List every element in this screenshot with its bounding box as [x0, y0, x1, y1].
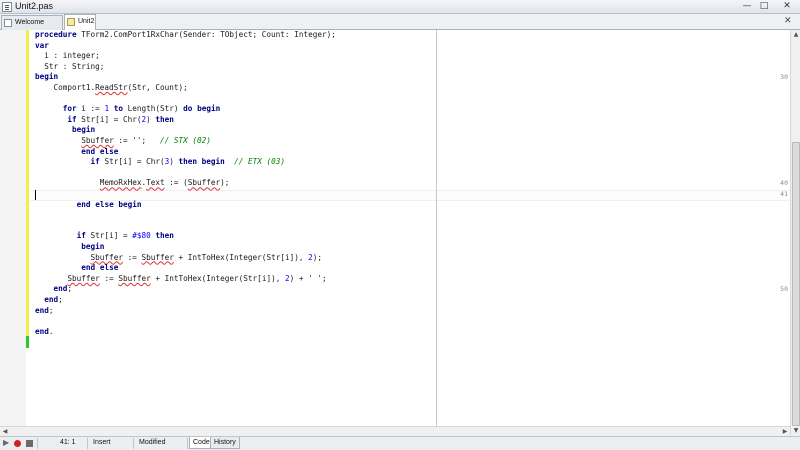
- code-line: begin: [72, 125, 96, 135]
- code-line: Sbuffer := Sbuffer + IntToHex(Integer(St…: [67, 273, 327, 283]
- play-macro-icon[interactable]: ▶: [3, 438, 9, 447]
- scroll-down-arrow-icon[interactable]: ▼: [791, 426, 800, 436]
- right-margin-line: [436, 30, 437, 436]
- code-line: end.: [35, 326, 54, 336]
- modified-indicator: Modified: [139, 439, 166, 446]
- scroll-up-arrow-icon[interactable]: ▲: [791, 30, 800, 40]
- close-tab-icon[interactable]: ✕: [784, 16, 792, 26]
- line-number-gutter: [0, 30, 26, 436]
- code-line: Sbuffer := Sbuffer + IntToHex(Integer(St…: [90, 252, 323, 262]
- record-macro-icon[interactable]: [14, 440, 21, 447]
- stop-macro-icon[interactable]: [26, 440, 33, 447]
- code-line: end else: [81, 263, 119, 273]
- status-separator: [133, 438, 134, 449]
- code-line: end else begin: [76, 199, 142, 209]
- tab-unit2[interactable]: Unit2: [64, 14, 96, 30]
- tab-history-view[interactable]: History: [210, 437, 240, 449]
- insert-mode-indicator: Insert: [93, 439, 111, 446]
- code-line: i : integer;: [35, 51, 100, 61]
- code-line: var: [35, 40, 49, 50]
- cursor-position: 41: 1: [60, 439, 76, 446]
- code-line: Str : String;: [35, 61, 105, 71]
- unit-icon: [67, 18, 75, 26]
- maximize-button[interactable]: □: [757, 0, 771, 13]
- tab-welcome-page[interactable]: Welcome Page: [1, 15, 63, 39]
- code-line: end;: [44, 295, 63, 304]
- line-number: 41: [780, 190, 788, 198]
- tab-label: Unit2: [78, 18, 95, 25]
- vertical-scroll-thumb[interactable]: [792, 142, 800, 426]
- status-separator: [187, 438, 188, 449]
- status-separator: [37, 438, 38, 449]
- code-line: Comport1.ReadStr(Str, Count);: [35, 83, 188, 92]
- status-separator: [87, 438, 88, 449]
- vertical-scrollbar[interactable]: ▲ ▼: [790, 30, 800, 436]
- code-line: MemoRxHex.Text := (Sbuffer);: [99, 178, 230, 188]
- status-bar: ▶ 41: 1 Insert Modified Code History: [0, 436, 800, 450]
- code-editor[interactable]: procedure TForm2.ComPort1RxChar(Sender: …: [0, 30, 790, 436]
- code-line: if Str[i] = #$80 then: [76, 231, 174, 241]
- code-line: begin: [81, 242, 105, 251]
- editor-tab-bar: Welcome Page Unit2: [0, 14, 800, 39]
- code-line: end else: [81, 146, 119, 156]
- current-line-highlight: [30, 190, 790, 201]
- code-line: procedure TForm2.ComPort1RxChar(Sender: …: [35, 30, 336, 39]
- line-number: 50: [780, 285, 788, 294]
- code-line: begin: [35, 72, 59, 82]
- code-line: if Str[i] = Chr(3) then begin // ETX (03…: [90, 157, 286, 167]
- line-number: 30: [780, 73, 788, 82]
- code-line: end;: [53, 284, 73, 294]
- unsaved-change-marker: [26, 30, 29, 336]
- window-title: Unit2.pas: [15, 1, 54, 11]
- code-line: for i := 1 to Length(Str) do begin: [62, 104, 221, 114]
- code-line: if Str[i] = Chr(2) then: [67, 114, 174, 124]
- file-icon: [2, 2, 12, 12]
- code-line: Sbuffer := ''; // STX (02): [81, 136, 211, 145]
- code-line: end;: [35, 305, 54, 315]
- close-button[interactable]: ✕: [776, 0, 798, 13]
- window-titlebar: Unit2.pas — □ ✕: [0, 0, 800, 14]
- text-caret: [35, 190, 36, 200]
- saved-change-marker: [26, 336, 29, 348]
- line-number: 40: [780, 179, 788, 188]
- page-icon: [4, 19, 12, 27]
- horizontal-scrollbar[interactable]: ◀ ▶: [0, 426, 790, 436]
- minimize-button[interactable]: —: [740, 0, 754, 13]
